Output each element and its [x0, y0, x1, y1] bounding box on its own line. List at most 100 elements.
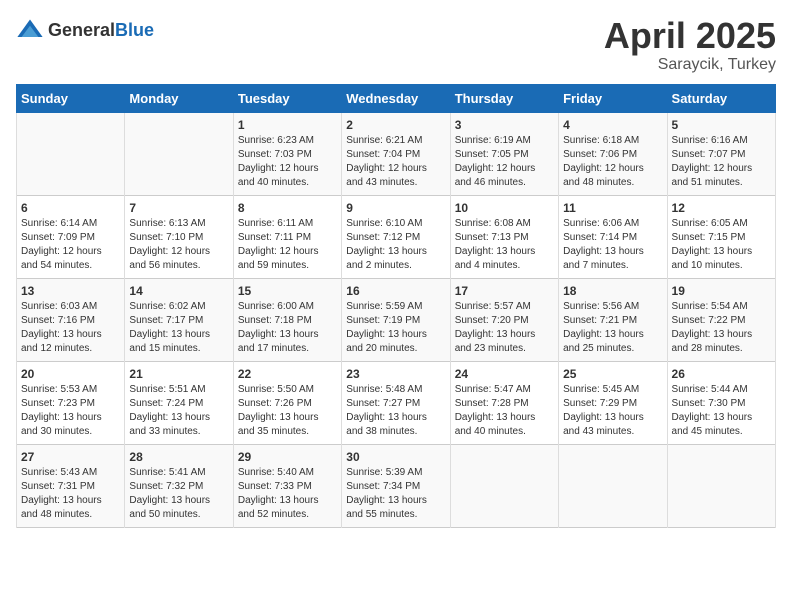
calendar-table: SundayMondayTuesdayWednesdayThursdayFrid…	[16, 84, 776, 528]
cell-content: Sunrise: 5:54 AM Sunset: 7:22 PM Dayligh…	[672, 300, 771, 356]
sunset-text: Sunset: 7:32 PM	[129, 481, 203, 492]
sunrise-text: Sunrise: 5:50 AM	[238, 384, 314, 395]
calendar-week-row: 13 Sunrise: 6:03 AM Sunset: 7:16 PM Dayl…	[17, 278, 776, 361]
cell-content: Sunrise: 6:18 AM Sunset: 7:06 PM Dayligh…	[563, 134, 662, 190]
sunset-text: Sunset: 7:23 PM	[21, 398, 95, 409]
cell-content: Sunrise: 6:21 AM Sunset: 7:04 PM Dayligh…	[346, 134, 445, 190]
cell-content: Sunrise: 5:53 AM Sunset: 7:23 PM Dayligh…	[21, 383, 120, 439]
sunrise-text: Sunrise: 5:40 AM	[238, 467, 314, 478]
month-title: April 2025	[604, 16, 776, 56]
daylight-text: Daylight: 13 hours and 38 minutes.	[346, 412, 427, 437]
calendar-cell: 28 Sunrise: 5:41 AM Sunset: 7:32 PM Dayl…	[125, 444, 233, 527]
sunrise-text: Sunrise: 5:51 AM	[129, 384, 205, 395]
calendar-week-row: 27 Sunrise: 5:43 AM Sunset: 7:31 PM Dayl…	[17, 444, 776, 527]
daylight-text: Daylight: 13 hours and 10 minutes.	[672, 246, 753, 271]
day-number: 5	[672, 118, 771, 132]
daylight-text: Daylight: 12 hours and 59 minutes.	[238, 246, 319, 271]
weekday-header-friday: Friday	[559, 84, 667, 112]
logo-text-blue: Blue	[115, 20, 154, 40]
daylight-text: Daylight: 13 hours and 48 minutes.	[21, 495, 102, 520]
calendar-cell: 30 Sunrise: 5:39 AM Sunset: 7:34 PM Dayl…	[342, 444, 450, 527]
day-number: 2	[346, 118, 445, 132]
calendar-cell: 19 Sunrise: 5:54 AM Sunset: 7:22 PM Dayl…	[667, 278, 775, 361]
cell-content: Sunrise: 5:41 AM Sunset: 7:32 PM Dayligh…	[129, 466, 228, 522]
sunset-text: Sunset: 7:21 PM	[563, 315, 637, 326]
sunrise-text: Sunrise: 6:02 AM	[129, 301, 205, 312]
calendar-cell: 15 Sunrise: 6:00 AM Sunset: 7:18 PM Dayl…	[233, 278, 341, 361]
sunset-text: Sunset: 7:12 PM	[346, 232, 420, 243]
sunset-text: Sunset: 7:13 PM	[455, 232, 529, 243]
cell-content: Sunrise: 6:06 AM Sunset: 7:14 PM Dayligh…	[563, 217, 662, 273]
calendar-cell: 12 Sunrise: 6:05 AM Sunset: 7:15 PM Dayl…	[667, 195, 775, 278]
daylight-text: Daylight: 12 hours and 46 minutes.	[455, 163, 536, 188]
cell-content: Sunrise: 6:10 AM Sunset: 7:12 PM Dayligh…	[346, 217, 445, 273]
calendar-cell	[450, 444, 558, 527]
daylight-text: Daylight: 12 hours and 56 minutes.	[129, 246, 210, 271]
sunrise-text: Sunrise: 5:59 AM	[346, 301, 422, 312]
calendar-cell: 29 Sunrise: 5:40 AM Sunset: 7:33 PM Dayl…	[233, 444, 341, 527]
calendar-cell: 26 Sunrise: 5:44 AM Sunset: 7:30 PM Dayl…	[667, 361, 775, 444]
calendar-cell: 5 Sunrise: 6:16 AM Sunset: 7:07 PM Dayli…	[667, 112, 775, 195]
day-number: 3	[455, 118, 554, 132]
sunset-text: Sunset: 7:17 PM	[129, 315, 203, 326]
day-number: 7	[129, 201, 228, 215]
calendar-cell: 16 Sunrise: 5:59 AM Sunset: 7:19 PM Dayl…	[342, 278, 450, 361]
sunrise-text: Sunrise: 5:43 AM	[21, 467, 97, 478]
sunset-text: Sunset: 7:30 PM	[672, 398, 746, 409]
sunset-text: Sunset: 7:19 PM	[346, 315, 420, 326]
day-number: 15	[238, 284, 337, 298]
sunset-text: Sunset: 7:27 PM	[346, 398, 420, 409]
day-number: 29	[238, 450, 337, 464]
sunrise-text: Sunrise: 5:39 AM	[346, 467, 422, 478]
day-number: 14	[129, 284, 228, 298]
daylight-text: Daylight: 13 hours and 4 minutes.	[455, 246, 536, 271]
sunrise-text: Sunrise: 6:00 AM	[238, 301, 314, 312]
sunset-text: Sunset: 7:31 PM	[21, 481, 95, 492]
daylight-text: Daylight: 13 hours and 12 minutes.	[21, 329, 102, 354]
cell-content: Sunrise: 5:56 AM Sunset: 7:21 PM Dayligh…	[563, 300, 662, 356]
calendar-cell: 8 Sunrise: 6:11 AM Sunset: 7:11 PM Dayli…	[233, 195, 341, 278]
daylight-text: Daylight: 13 hours and 40 minutes.	[455, 412, 536, 437]
sunrise-text: Sunrise: 6:14 AM	[21, 218, 97, 229]
calendar-cell: 21 Sunrise: 5:51 AM Sunset: 7:24 PM Dayl…	[125, 361, 233, 444]
calendar-cell: 13 Sunrise: 6:03 AM Sunset: 7:16 PM Dayl…	[17, 278, 125, 361]
calendar-week-row: 6 Sunrise: 6:14 AM Sunset: 7:09 PM Dayli…	[17, 195, 776, 278]
sunrise-text: Sunrise: 6:06 AM	[563, 218, 639, 229]
calendar-week-row: 1 Sunrise: 6:23 AM Sunset: 7:03 PM Dayli…	[17, 112, 776, 195]
weekday-header-row: SundayMondayTuesdayWednesdayThursdayFrid…	[17, 84, 776, 112]
calendar-cell: 24 Sunrise: 5:47 AM Sunset: 7:28 PM Dayl…	[450, 361, 558, 444]
sunrise-text: Sunrise: 5:47 AM	[455, 384, 531, 395]
cell-content: Sunrise: 5:44 AM Sunset: 7:30 PM Dayligh…	[672, 383, 771, 439]
sunrise-text: Sunrise: 6:21 AM	[346, 135, 422, 146]
cell-content: Sunrise: 5:51 AM Sunset: 7:24 PM Dayligh…	[129, 383, 228, 439]
logo: GeneralBlue	[16, 16, 154, 44]
day-number: 28	[129, 450, 228, 464]
day-number: 30	[346, 450, 445, 464]
cell-content: Sunrise: 6:16 AM Sunset: 7:07 PM Dayligh…	[672, 134, 771, 190]
day-number: 23	[346, 367, 445, 381]
sunrise-text: Sunrise: 6:16 AM	[672, 135, 748, 146]
cell-content: Sunrise: 6:03 AM Sunset: 7:16 PM Dayligh…	[21, 300, 120, 356]
daylight-text: Daylight: 13 hours and 43 minutes.	[563, 412, 644, 437]
weekday-header-monday: Monday	[125, 84, 233, 112]
cell-content: Sunrise: 6:19 AM Sunset: 7:05 PM Dayligh…	[455, 134, 554, 190]
daylight-text: Daylight: 13 hours and 45 minutes.	[672, 412, 753, 437]
cell-content: Sunrise: 5:57 AM Sunset: 7:20 PM Dayligh…	[455, 300, 554, 356]
sunset-text: Sunset: 7:15 PM	[672, 232, 746, 243]
sunrise-text: Sunrise: 6:05 AM	[672, 218, 748, 229]
sunset-text: Sunset: 7:04 PM	[346, 149, 420, 160]
day-number: 12	[672, 201, 771, 215]
daylight-text: Daylight: 13 hours and 15 minutes.	[129, 329, 210, 354]
daylight-text: Daylight: 13 hours and 33 minutes.	[129, 412, 210, 437]
daylight-text: Daylight: 12 hours and 40 minutes.	[238, 163, 319, 188]
sunset-text: Sunset: 7:18 PM	[238, 315, 312, 326]
sunset-text: Sunset: 7:16 PM	[21, 315, 95, 326]
daylight-text: Daylight: 12 hours and 48 minutes.	[563, 163, 644, 188]
sunrise-text: Sunrise: 6:11 AM	[238, 218, 313, 229]
sunrise-text: Sunrise: 5:57 AM	[455, 301, 531, 312]
sunrise-text: Sunrise: 5:54 AM	[672, 301, 748, 312]
calendar-week-row: 20 Sunrise: 5:53 AM Sunset: 7:23 PM Dayl…	[17, 361, 776, 444]
cell-content: Sunrise: 6:14 AM Sunset: 7:09 PM Dayligh…	[21, 217, 120, 273]
sunset-text: Sunset: 7:14 PM	[563, 232, 637, 243]
sunrise-text: Sunrise: 5:45 AM	[563, 384, 639, 395]
